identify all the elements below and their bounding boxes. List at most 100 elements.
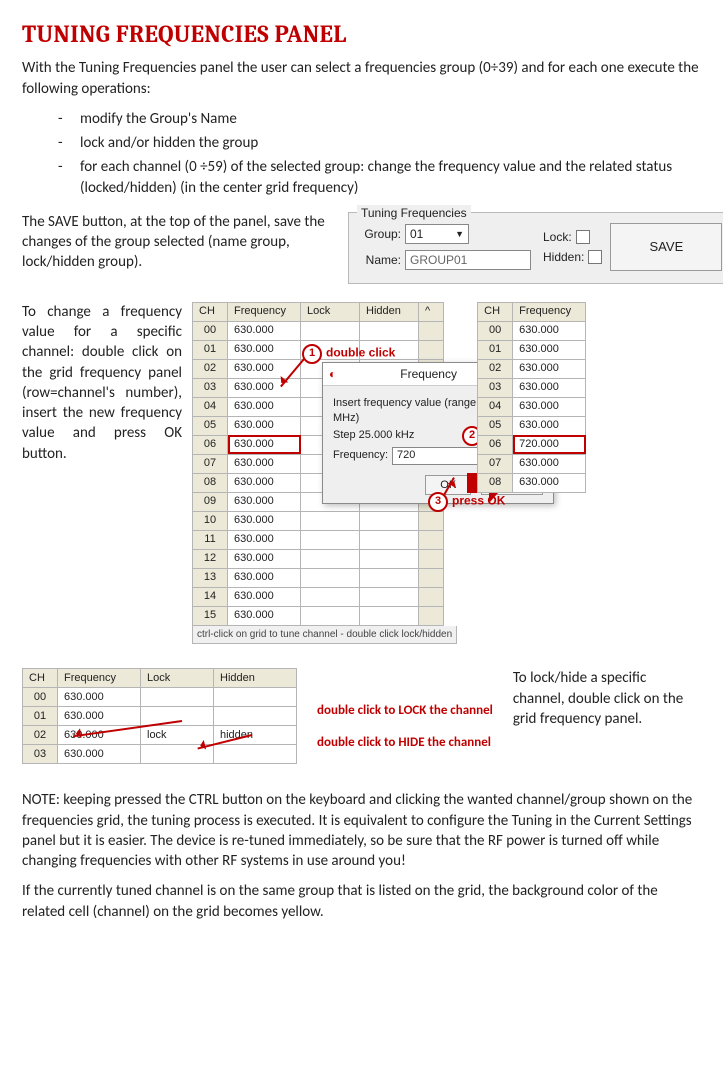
table-row[interactable]: 00630.000	[478, 321, 586, 340]
channel-cell[interactable]: 00	[193, 321, 228, 340]
table-row[interactable]: 04630.000	[478, 397, 586, 416]
channel-cell[interactable]: 07	[478, 454, 513, 473]
frequency-cell[interactable]: 630.000	[513, 473, 586, 492]
frequency-cell[interactable]: 630.000	[228, 397, 301, 416]
table-row[interactable]: 05630.000	[478, 416, 586, 435]
channel-cell[interactable]: 08	[193, 473, 228, 492]
scrollbar-track[interactable]	[419, 568, 444, 587]
channel-cell[interactable]: 00	[23, 688, 58, 707]
scrollbar-track[interactable]	[419, 340, 444, 359]
grid-table[interactable]: CHFrequencyLockHidden00630.00001630.0000…	[22, 668, 297, 764]
hidden-cell[interactable]	[214, 688, 297, 707]
table-row[interactable]: 11630.000	[193, 530, 444, 549]
name-input[interactable]: GROUP01	[405, 250, 531, 270]
scrollbar-track[interactable]	[419, 530, 444, 549]
channel-cell[interactable]: 15	[193, 606, 228, 625]
channel-cell[interactable]: 02	[478, 359, 513, 378]
lock-cell[interactable]	[301, 321, 360, 340]
hidden-cell[interactable]	[214, 745, 297, 764]
channel-cell[interactable]: 10	[193, 511, 228, 530]
scrollbar-track[interactable]	[419, 587, 444, 606]
frequency-cell[interactable]: 630.000	[58, 707, 141, 726]
frequency-cell[interactable]: 630.000	[228, 549, 301, 568]
scrollbar-track[interactable]	[419, 606, 444, 625]
frequency-cell[interactable]: 630.000	[58, 745, 141, 764]
hidden-checkbox[interactable]	[588, 250, 602, 264]
channel-cell[interactable]: 04	[193, 397, 228, 416]
lock-cell[interactable]	[141, 688, 214, 707]
table-row[interactable]: 15630.000	[193, 606, 444, 625]
table-row[interactable]: 02630.000lockhidden	[23, 726, 297, 745]
frequency-cell[interactable]: 630.000	[513, 454, 586, 473]
hidden-cell[interactable]	[360, 549, 419, 568]
lock-cell[interactable]	[301, 587, 360, 606]
frequency-cell[interactable]: 630.000	[228, 492, 301, 511]
table-row[interactable]: 00630.000	[193, 321, 444, 340]
frequency-cell[interactable]: 720.000	[513, 435, 586, 454]
scrollbar-track[interactable]	[419, 511, 444, 530]
hidden-cell[interactable]	[360, 321, 419, 340]
frequency-cell[interactable]: 630.000	[513, 321, 586, 340]
lock-checkbox[interactable]	[576, 230, 590, 244]
lock-cell[interactable]	[301, 511, 360, 530]
hidden-cell[interactable]	[360, 530, 419, 549]
channel-cell[interactable]: 01	[193, 340, 228, 359]
frequency-cell[interactable]: 630.000	[228, 321, 301, 340]
channel-cell[interactable]: 01	[23, 707, 58, 726]
channel-cell[interactable]: 08	[478, 473, 513, 492]
hidden-cell[interactable]	[360, 511, 419, 530]
table-row[interactable]: 13630.000	[193, 568, 444, 587]
lock-cell[interactable]	[141, 707, 214, 726]
channel-cell[interactable]: 06	[193, 435, 228, 454]
lock-cell[interactable]	[301, 530, 360, 549]
save-button[interactable]: SAVE	[610, 223, 722, 271]
table-row[interactable]: 08630.000	[478, 473, 586, 492]
group-combobox[interactable]: 01 ▼	[405, 224, 469, 244]
channel-cell[interactable]: 12	[193, 549, 228, 568]
frequency-cell[interactable]: 630.000	[513, 397, 586, 416]
frequency-cell[interactable]: 630.000	[513, 416, 586, 435]
table-row[interactable]: 06720.000	[478, 435, 586, 454]
frequency-cell[interactable]: 630.000	[513, 378, 586, 397]
scroll-up-icon[interactable]: ^	[419, 302, 444, 321]
frequency-cell[interactable]: 630.000	[513, 359, 586, 378]
frequency-cell[interactable]: 630.000	[228, 587, 301, 606]
frequency-cell[interactable]: 630.000	[228, 435, 301, 454]
channel-cell[interactable]: 09	[193, 492, 228, 511]
frequency-cell[interactable]: 630.000	[228, 378, 301, 397]
frequency-cell[interactable]: 630.000	[228, 606, 301, 625]
scrollbar-track[interactable]	[419, 321, 444, 340]
channel-cell[interactable]: 03	[193, 378, 228, 397]
table-row[interactable]: 14630.000	[193, 587, 444, 606]
lock-cell[interactable]	[301, 549, 360, 568]
channel-cell[interactable]: 13	[193, 568, 228, 587]
grid-table[interactable]: CHFrequency00630.00001630.00002630.00003…	[477, 302, 586, 493]
channel-cell[interactable]: 01	[478, 340, 513, 359]
channel-cell[interactable]: 05	[193, 416, 228, 435]
hidden-cell[interactable]	[360, 568, 419, 587]
lock-cell[interactable]	[301, 606, 360, 625]
hidden-cell[interactable]	[360, 587, 419, 606]
table-row[interactable]: 12630.000	[193, 549, 444, 568]
table-row[interactable]: 10630.000	[193, 511, 444, 530]
frequency-cell[interactable]: 630.000	[228, 340, 301, 359]
channel-cell[interactable]: 03	[478, 378, 513, 397]
lock-cell[interactable]	[301, 568, 360, 587]
channel-cell[interactable]: 02	[23, 726, 58, 745]
table-row[interactable]: 07630.000	[478, 454, 586, 473]
channel-cell[interactable]: 03	[23, 745, 58, 764]
channel-cell[interactable]: 06	[478, 435, 513, 454]
frequency-cell[interactable]: 630.000	[58, 688, 141, 707]
table-row[interactable]: 00630.000	[23, 688, 297, 707]
table-row[interactable]: 03630.000	[23, 745, 297, 764]
table-row[interactable]: 02630.000	[478, 359, 586, 378]
channel-cell[interactable]: 07	[193, 454, 228, 473]
frequency-input[interactable]: 720	[392, 447, 482, 465]
table-row[interactable]: 01630.000	[478, 340, 586, 359]
channel-cell[interactable]: 04	[478, 397, 513, 416]
hidden-cell[interactable]	[360, 606, 419, 625]
table-row[interactable]: 03630.000	[478, 378, 586, 397]
frequency-cell[interactable]: 630.000	[228, 454, 301, 473]
frequency-cell[interactable]: 630.000	[228, 511, 301, 530]
frequency-cell[interactable]: 630.000	[513, 340, 586, 359]
